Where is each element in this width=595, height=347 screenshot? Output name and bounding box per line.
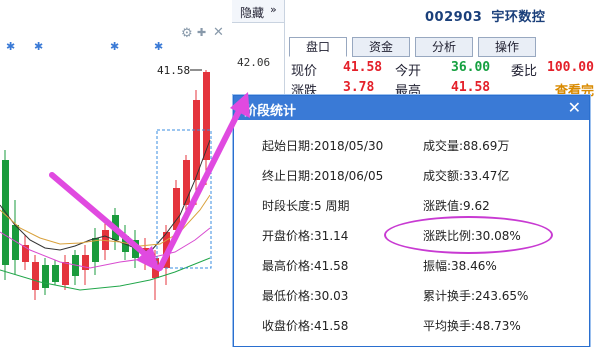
average-turnover: 平均换手:48.73% (423, 319, 521, 333)
amplitude: 振幅:38.46% (423, 259, 497, 273)
candle-body-20 (203, 72, 210, 160)
event-markers: ✱ ✱ ✱ ✱ (6, 40, 163, 53)
candle-body-16 (163, 232, 170, 268)
event-marker-2[interactable]: ✱ (110, 40, 119, 53)
end-date: 终止日期:2018/06/05 (262, 169, 384, 183)
turnover-amount: 成交额:33.47亿 (423, 169, 510, 183)
highlight-ellipse (384, 216, 553, 254)
start-date: 起始日期:2018/05/30 (262, 139, 384, 153)
high-price: 最高价格:41.58 (262, 259, 349, 273)
tab-funds[interactable]: 资金 (352, 37, 410, 57)
price-label: 现价 (291, 64, 318, 79)
period-length: 时段长度:5 周期 (262, 199, 350, 213)
tab-pankou[interactable]: 盘口 (289, 37, 347, 57)
candle-body-5 (52, 265, 59, 282)
low-price: 最低价格:30.03 (262, 289, 349, 303)
candle-body-11 (112, 215, 119, 240)
hide-button[interactable]: 隐藏 (240, 4, 264, 21)
candle-body-3 (32, 262, 39, 290)
event-marker-0[interactable]: ✱ (6, 40, 15, 53)
ma-line-3 (0, 257, 211, 291)
event-marker-3[interactable]: ✱ (154, 40, 163, 53)
period-stats-dialog: 阶段统计 ✕ 起始日期:2018/05/30 终止日期:2018/06/05 时… (233, 95, 590, 347)
open-value: 36.00 (451, 60, 491, 75)
quote-tabs: 盘口 资金 分析 操作 (289, 37, 541, 57)
price-value: 41.58 (343, 60, 383, 75)
stock-name: 宇环数控 (491, 10, 546, 25)
candle-body-18 (183, 160, 190, 205)
peak-price-label: 41.58 (157, 64, 190, 77)
dialog-title: 阶段统计 (244, 104, 297, 119)
close-price: 收盘价格:41.58 (262, 319, 349, 333)
candle-body-6 (62, 262, 69, 285)
tab-operations[interactable]: 操作 (478, 37, 536, 57)
volume: 成交量:88.69万 (423, 139, 510, 153)
candlesticks (2, 70, 210, 300)
candle-body-19 (193, 100, 200, 180)
cumulative-turnover: 累计换手:243.65% (423, 289, 529, 303)
gear-icon[interactable]: ⚙ (181, 26, 193, 41)
tools-icon[interactable]: ✚ (197, 26, 206, 39)
candle-body-9 (92, 238, 99, 262)
collapse-arrow-icon[interactable]: » (270, 3, 277, 16)
close-icon[interactable]: ✕ (213, 25, 224, 40)
open-label: 今开 (395, 64, 422, 79)
change-value-stat: 涨跌值:9.62 (423, 199, 490, 213)
close-icon[interactable]: ✕ (568, 98, 581, 117)
stock-title: 002903 宇环数控 (425, 6, 545, 25)
high-value: 41.58 (451, 80, 491, 95)
ratio-label: 委比 (511, 64, 538, 79)
ratio-value: 100.00 (547, 60, 594, 75)
change-value: 3.78 (343, 80, 375, 95)
open-price: 开盘价格:31.14 (262, 229, 349, 243)
stock-code: 002903 (425, 10, 483, 25)
candle-body-4 (42, 265, 49, 288)
dialog-header: 阶段统计 ✕ (234, 96, 589, 120)
event-marker-1[interactable]: ✱ (34, 40, 43, 53)
axis-price-tag: 42.06 (237, 56, 271, 69)
tab-analysis[interactable]: 分析 (415, 37, 473, 57)
kline-chart[interactable]: ✱ ✱ ✱ ✱ 41.58 (0, 0, 232, 345)
